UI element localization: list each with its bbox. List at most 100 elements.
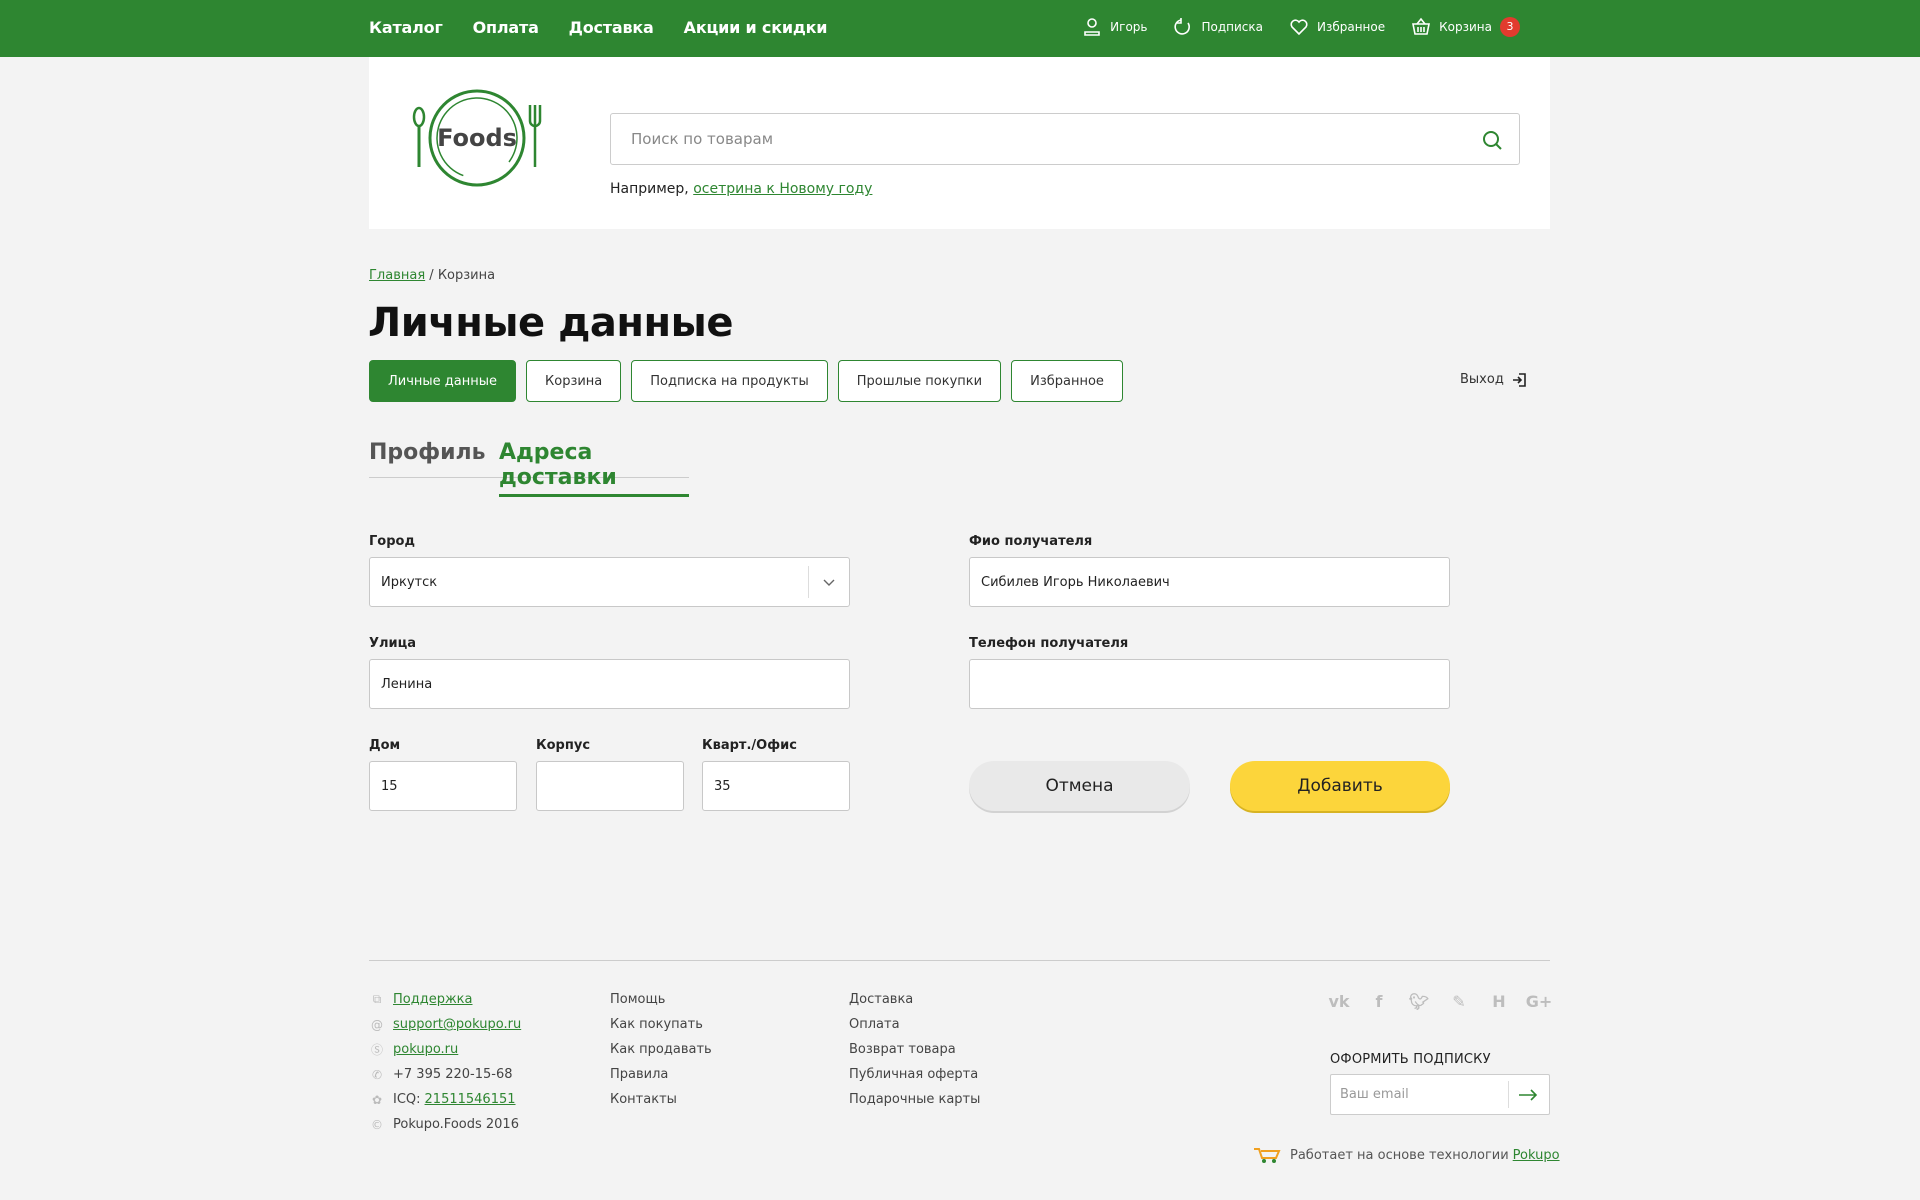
favorites-label: Избранное — [1316, 20, 1386, 34]
phone-field[interactable] — [970, 660, 1449, 708]
twitter-icon[interactable]: 🐦︎ — [1408, 990, 1430, 1012]
support-link[interactable]: Поддержка — [393, 992, 473, 1007]
street-field[interactable] — [370, 660, 849, 708]
logout-label: Выход — [1460, 372, 1504, 387]
subscribe-email-input[interactable] — [1340, 1075, 1500, 1114]
nav-catalog[interactable]: Каталог — [369, 18, 443, 37]
breadcrumb-current: Корзина — [437, 268, 496, 283]
apartment-box — [702, 761, 850, 811]
vk-icon[interactable]: vk — [1328, 990, 1350, 1012]
chevron-down-icon[interactable] — [821, 574, 837, 590]
tab-subscription[interactable]: Подписка на продукты — [631, 360, 828, 402]
footer-link[interactable]: Контакты — [610, 1087, 712, 1112]
footer-link[interactable]: Публичная оферта — [849, 1062, 980, 1087]
contact-skype: Ⓢpokupo.ru — [369, 1037, 521, 1062]
subscription-link[interactable]: Подписка — [1173, 17, 1263, 37]
subtab-addresses[interactable]: Адреса доставки — [499, 440, 689, 497]
contact-phone: ✆ +7 395 220-15-68 — [369, 1062, 521, 1087]
facebook-icon[interactable]: f — [1368, 990, 1390, 1012]
cart-label: Корзина — [1439, 20, 1492, 34]
apartment-field[interactable] — [703, 762, 849, 810]
recipient-label: Фио получателя — [969, 534, 1093, 549]
subscribe-divider — [1508, 1081, 1509, 1108]
footer-link[interactable]: Помощь — [610, 987, 712, 1012]
foods-logo[interactable]: Foods — [411, 87, 543, 189]
search-icon[interactable] — [1481, 129, 1503, 151]
powered-text: Работает на основе технологии — [1290, 1147, 1509, 1163]
example-link[interactable]: осетрина к Новому году — [693, 181, 872, 197]
city-select[interactable] — [369, 557, 850, 607]
nav-delivery[interactable]: Доставка — [569, 18, 654, 37]
pokupo-link[interactable]: Pokupo — [1513, 1148, 1560, 1163]
building-box — [536, 761, 684, 811]
user-name: Игорь — [1110, 20, 1148, 34]
footer-link[interactable]: Возврат товара — [849, 1037, 980, 1062]
house-box — [369, 761, 517, 811]
icq-link[interactable]: 21511546151 — [425, 1092, 516, 1107]
search-box — [610, 113, 1520, 165]
subscribe-form — [1330, 1074, 1550, 1115]
copyright-icon: © — [371, 1117, 383, 1132]
cart-link[interactable]: Корзина 3 — [1411, 17, 1520, 37]
at-icon: @ — [371, 1017, 383, 1032]
site-header: Foods Например, осетрина к Новому году — [369, 57, 1550, 229]
subscribe-title: ОФОРМИТЬ ПОДПИСКУ — [1330, 1052, 1491, 1067]
footer-link[interactable]: Доставка — [849, 987, 980, 1012]
contact-icq: ✿ ICQ: 21511546151 — [369, 1087, 521, 1112]
icq-icon: ✿ — [371, 1092, 383, 1107]
habr-icon[interactable]: H — [1488, 990, 1510, 1012]
tab-favorites[interactable]: Избранное — [1011, 360, 1123, 402]
copyright-text: Pokupo.Foods 2016 — [393, 1117, 519, 1132]
recipient-box — [969, 557, 1450, 607]
contact-email: @ support@pokupo.ru — [369, 1012, 521, 1037]
page-title: Личные данные — [368, 300, 733, 346]
city-field[interactable] — [370, 558, 849, 606]
arrow-right-icon[interactable] — [1517, 1085, 1539, 1105]
select-divider — [808, 566, 809, 598]
email-link[interactable]: support@pokupo.ru — [393, 1017, 521, 1032]
phone-label: Телефон получателя — [969, 636, 1129, 651]
windows-icon: ⧉ — [372, 992, 382, 1006]
nav-promotions[interactable]: Акции и скидки — [684, 18, 828, 37]
example-prefix: Например, — [610, 181, 689, 197]
icq-prefix: ICQ: — [393, 1092, 421, 1107]
nav-payment[interactable]: Оплата — [473, 18, 539, 37]
building-field[interactable] — [537, 762, 683, 810]
breadcrumb-separator: / — [429, 268, 434, 283]
footer-link[interactable]: Оплата — [849, 1012, 980, 1037]
footer-link[interactable]: Подарочные карты — [849, 1087, 980, 1112]
recipient-field[interactable] — [970, 558, 1449, 606]
google-plus-icon[interactable]: G+ — [1526, 990, 1553, 1012]
logout-button[interactable]: Выход — [1460, 372, 1526, 387]
livejournal-icon[interactable]: ✎ — [1448, 990, 1470, 1012]
phone-icon: ✆ — [371, 1067, 383, 1082]
breadcrumb-home[interactable]: Главная — [369, 268, 425, 283]
tab-past-purchases[interactable]: Прошлые покупки — [837, 360, 1002, 402]
tab-personal-data[interactable]: Личные данные — [369, 360, 517, 402]
pokupo-cart-icon — [1254, 1148, 1281, 1163]
footer-link[interactable]: Как продавать — [610, 1037, 712, 1062]
user-link[interactable]: Игорь — [1082, 17, 1147, 37]
skype-link[interactable]: pokupo.ru — [393, 1042, 458, 1057]
favorites-link[interactable]: Избранное — [1289, 17, 1385, 37]
street-box — [369, 659, 850, 709]
house-label: Дом — [369, 738, 401, 753]
footer-col-delivery: Доставка Оплата Возврат товара Публичная… — [849, 987, 980, 1112]
footer-link[interactable]: Как покупать — [610, 1012, 712, 1037]
account-tabs: Личные данные Корзина Подписка на продук… — [369, 360, 1123, 402]
contact-copyright: © Pokupo.Foods 2016 — [369, 1112, 521, 1137]
add-button[interactable]: Добавить — [1230, 761, 1450, 811]
top-bar: Каталог Оплата Доставка Акции и скидки И… — [0, 0, 1920, 57]
powered-by: Работает на основе технологии Pokupo — [1252, 1146, 1560, 1164]
city-label: Город — [369, 534, 415, 549]
subtab-profile[interactable]: Профиль — [369, 440, 486, 465]
footer-link[interactable]: Правила — [610, 1062, 712, 1087]
cancel-button[interactable]: Отмена — [969, 761, 1190, 811]
main-nav: Каталог Оплата Доставка Акции и скидки — [369, 18, 827, 37]
logout-icon — [1512, 372, 1526, 387]
tab-cart[interactable]: Корзина — [526, 360, 622, 402]
heart-icon — [1290, 19, 1308, 36]
contact-support: ⧉ Поддержка — [369, 987, 521, 1012]
search-input[interactable] — [631, 114, 1451, 164]
house-field[interactable] — [370, 762, 516, 810]
